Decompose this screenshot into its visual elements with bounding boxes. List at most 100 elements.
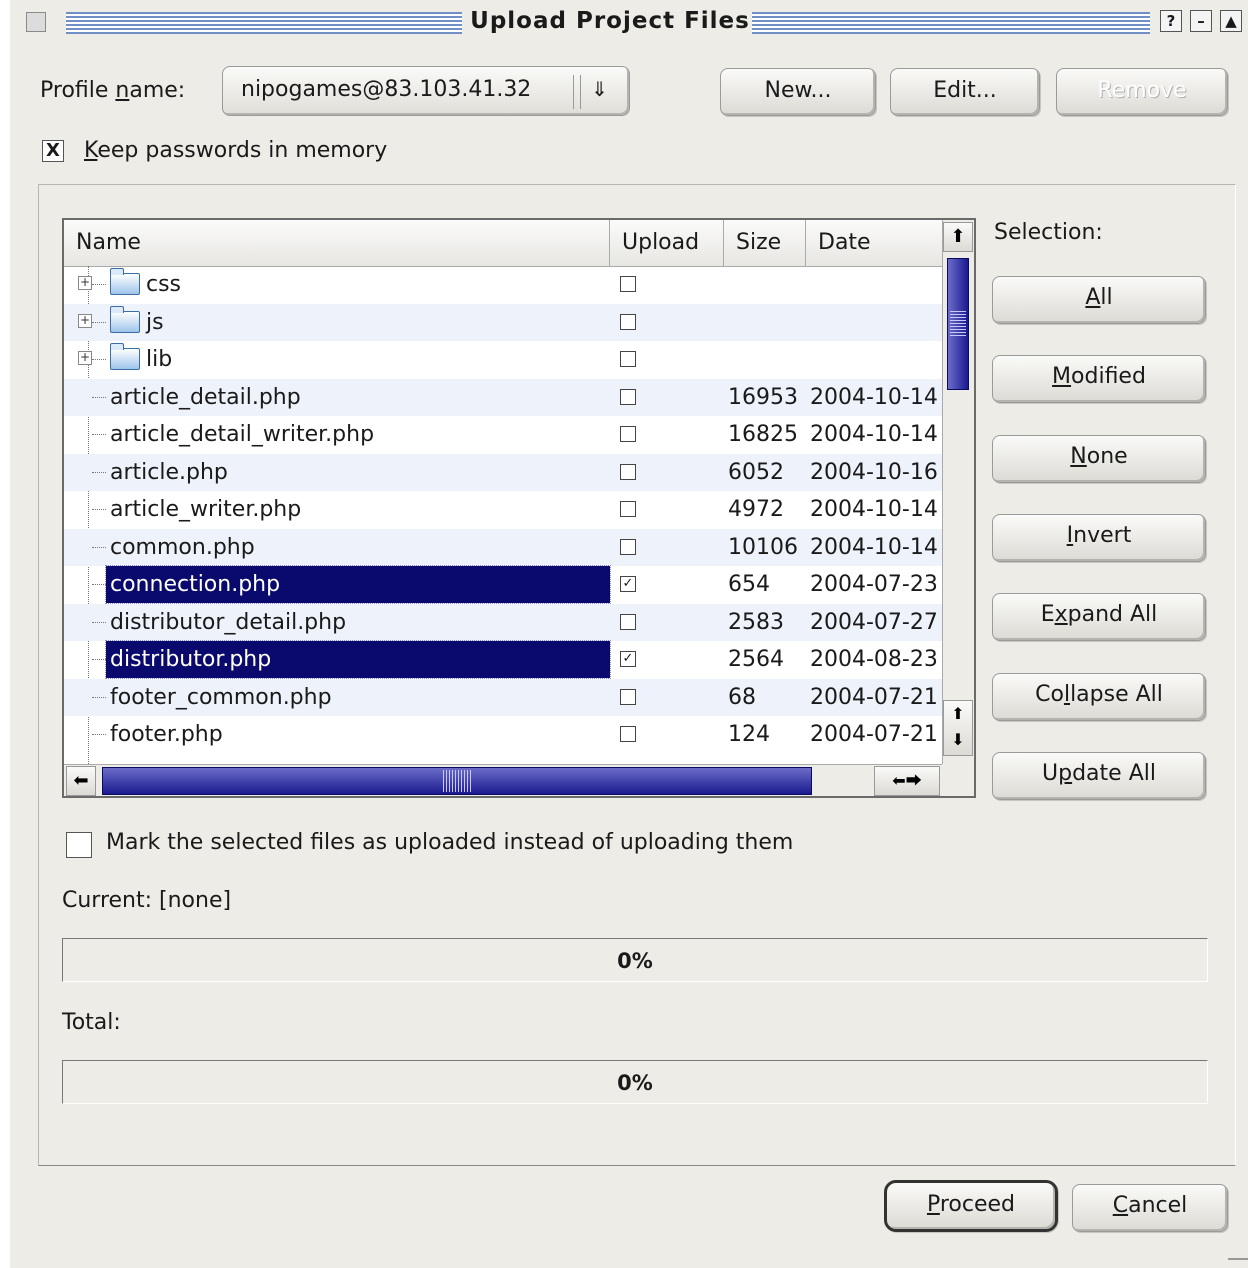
upload-checkbox[interactable] bbox=[620, 276, 636, 292]
expand-icon[interactable]: + bbox=[78, 313, 92, 328]
upload-checkbox[interactable] bbox=[620, 463, 636, 480]
column-size[interactable]: Size bbox=[724, 220, 806, 266]
tree-file-row[interactable]: footer_common.php 68 2004-07-21 bbox=[64, 678, 942, 716]
edit-profile-button[interactable]: Edit... bbox=[890, 68, 1040, 116]
file-size: 124 bbox=[728, 722, 770, 747]
scroll-up-icon[interactable]: ⬆ bbox=[943, 222, 973, 252]
file-date: 2004-10-14 bbox=[810, 497, 938, 522]
upload-checkbox[interactable] bbox=[620, 613, 636, 630]
tree-connector bbox=[92, 471, 106, 473]
minimize-button[interactable]: – bbox=[1190, 10, 1212, 32]
button-label-rest: pand All bbox=[1067, 602, 1158, 628]
tree-folder-row[interactable]: + lib bbox=[64, 341, 942, 378]
tree-item-name: article.php bbox=[110, 459, 228, 485]
mark-uploaded-label: Mark the selected files as uploaded inst… bbox=[106, 830, 794, 855]
title-stripes-left bbox=[66, 12, 462, 34]
column-upload[interactable]: Upload bbox=[610, 220, 724, 266]
help-button[interactable]: ? bbox=[1160, 10, 1182, 32]
update-all-button[interactable]: Update All bbox=[992, 751, 1206, 800]
file-date: 2004-10-14 bbox=[810, 384, 938, 410]
upload-checkbox[interactable]: ✓ bbox=[620, 651, 636, 667]
file-size: 16953 bbox=[728, 384, 798, 410]
vertical-scrollbar[interactable]: ⬆ ⬆ ⬇ bbox=[942, 220, 974, 764]
tree-connector bbox=[92, 584, 106, 585]
profile-name-combobox[interactable]: nipogames@83.103.41.32 ⇓ bbox=[222, 66, 630, 116]
button-mnemonic: A bbox=[1085, 285, 1101, 310]
new-profile-button[interactable]: New... bbox=[720, 68, 876, 116]
proceed-button[interactable]: Proceed bbox=[884, 1180, 1058, 1232]
upload-checkbox[interactable] bbox=[620, 688, 636, 705]
expand-all-button[interactable]: Expand All bbox=[992, 593, 1206, 642]
chevron-down-icon[interactable]: ⇓ bbox=[591, 77, 608, 101]
scroll-updown-icon[interactable]: ⬆ ⬇ bbox=[943, 700, 973, 756]
tree-folder-row[interactable]: + css bbox=[64, 266, 942, 303]
horizontal-scrollbar[interactable]: ⬅ ⬅⮕ bbox=[64, 764, 942, 796]
tree-rows: + css + js + lib article_detail.php 16953 2004-1… bbox=[64, 266, 942, 764]
tree-file-row[interactable]: article_detail.php 16953 2004-10-14 bbox=[64, 378, 942, 416]
column-date[interactable]: Date bbox=[806, 220, 942, 266]
keep-passwords-checkbox[interactable]: X bbox=[42, 140, 64, 162]
scroll-leftright-icon[interactable]: ⬅⮕ bbox=[874, 766, 940, 796]
invert-selection-button[interactable]: Invert bbox=[992, 513, 1206, 562]
keep-passwords-label: Keep passwords in memory bbox=[84, 138, 388, 163]
upload-checkbox[interactable] bbox=[620, 313, 636, 330]
button-label-rest: lapse All bbox=[1070, 681, 1163, 707]
tree-item-name: distributor_detail.php bbox=[110, 609, 347, 635]
tree-header: Name Upload Size Date bbox=[64, 220, 942, 267]
profile-name-label: Profile name: bbox=[40, 78, 186, 103]
upload-checkbox[interactable] bbox=[620, 426, 636, 442]
tree-connector bbox=[92, 621, 106, 623]
expand-icon[interactable]: + bbox=[78, 276, 92, 290]
tree-file-row[interactable]: distributor.php ✓ 2564 2004-08-23 bbox=[64, 640, 942, 679]
tree-folder-row[interactable]: + js bbox=[64, 303, 942, 341]
button-mnemonic: N bbox=[1070, 443, 1087, 469]
upload-checkbox[interactable] bbox=[620, 501, 636, 517]
selection-label: Selection: bbox=[994, 220, 1103, 245]
tree-file-row[interactable]: common.php 10106 2004-10-14 bbox=[64, 528, 942, 566]
upload-checkbox[interactable] bbox=[620, 351, 636, 367]
tree-file-row[interactable]: distributor_detail.php 2583 2004-07-27 bbox=[64, 603, 942, 641]
file-tree[interactable]: Name Upload Size Date + css + js + lib article… bbox=[62, 218, 976, 798]
file-date: 2004-10-14 bbox=[810, 422, 938, 447]
tree-file-row[interactable]: article_detail_writer.php 16825 2004-10-14 bbox=[64, 416, 942, 453]
button-label-pre: Co bbox=[1035, 681, 1064, 707]
upload-checkbox[interactable] bbox=[620, 538, 636, 555]
expand-icon[interactable]: + bbox=[78, 351, 92, 365]
scroll-left-icon[interactable]: ⬅ bbox=[66, 766, 96, 796]
horizontal-scroll-thumb[interactable] bbox=[102, 767, 812, 795]
tree-item-name: article_writer.php bbox=[110, 497, 302, 522]
tree-item-name: article_detail_writer.php bbox=[110, 422, 375, 447]
window-menu-icon[interactable] bbox=[26, 12, 46, 32]
upload-checkbox[interactable] bbox=[620, 726, 636, 742]
mark-uploaded-checkbox[interactable] bbox=[66, 832, 92, 858]
combo-separator bbox=[573, 75, 581, 109]
window-title: Upload Project Files bbox=[470, 8, 750, 34]
select-none-button[interactable]: None bbox=[992, 434, 1206, 483]
select-all-button[interactable]: All bbox=[992, 276, 1206, 324]
file-size: 2583 bbox=[728, 609, 784, 635]
tree-file-row[interactable]: article.php 6052 2004-10-16 bbox=[64, 453, 942, 491]
upload-checkbox[interactable]: ✓ bbox=[620, 576, 636, 592]
vertical-scroll-thumb[interactable] bbox=[947, 258, 969, 390]
tree-file-row[interactable]: article_writer.php 4972 2004-10-14 bbox=[64, 491, 942, 528]
profile-name-value: nipogames@83.103.41.32 bbox=[241, 77, 532, 102]
button-mnemonic: x bbox=[1054, 602, 1068, 628]
tree-file-row[interactable]: footer.php 124 2004-07-21 bbox=[64, 716, 942, 753]
select-modified-button[interactable]: Modified bbox=[992, 355, 1206, 404]
tree-item-name: connection.php bbox=[105, 565, 611, 604]
button-label-rest: one bbox=[1086, 443, 1128, 469]
tree-file-row[interactable]: connection.php ✓ 654 2004-07-23 bbox=[64, 565, 942, 604]
cancel-button[interactable]: Cancel bbox=[1072, 1184, 1228, 1232]
current-label: Current: [none] bbox=[62, 888, 232, 913]
thumb-grip bbox=[950, 311, 966, 337]
file-date: 2004-10-16 bbox=[810, 459, 938, 485]
file-date: 2004-07-21 bbox=[810, 722, 938, 747]
tree-connector bbox=[92, 321, 106, 323]
maximize-button[interactable]: ▲ bbox=[1220, 10, 1242, 32]
file-size: 10106 bbox=[728, 534, 798, 560]
column-name[interactable]: Name bbox=[64, 220, 610, 266]
remove-profile-button[interactable]: Remove bbox=[1056, 68, 1228, 116]
collapse-all-button[interactable]: Collapse All bbox=[992, 672, 1206, 721]
upload-checkbox[interactable] bbox=[620, 388, 636, 405]
resize-grip-icon[interactable] bbox=[1228, 1258, 1248, 1268]
